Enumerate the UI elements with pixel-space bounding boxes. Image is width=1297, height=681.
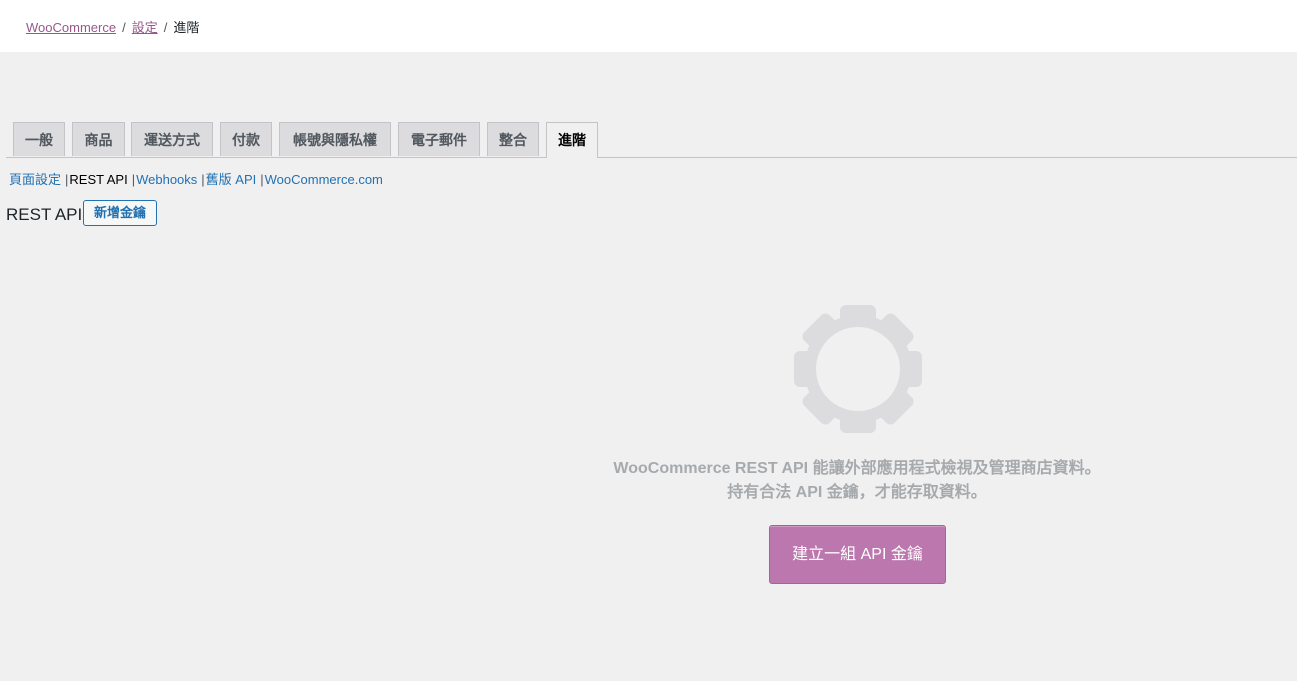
breadcrumb-separator: /: [122, 20, 126, 35]
top-bar: WooCommerce / 設定 / 進階: [0, 0, 1297, 52]
subnav-separator: |: [65, 172, 69, 187]
subnav-page-setup[interactable]: 頁面設定: [9, 172, 61, 187]
subnav-woocommerce-com[interactable]: WooCommerce.com: [265, 172, 383, 187]
tab-general[interactable]: 一般: [13, 122, 65, 156]
add-key-button[interactable]: 新增金鑰: [83, 200, 157, 226]
blank-state-message: WooCommerce REST API 能讓外部應用程式檢視及管理商店資料。 …: [557, 457, 1157, 505]
breadcrumb-separator: /: [163, 20, 168, 35]
settings-tabs: 一般 商品 運送方式 付款 帳號與隱私權 電子郵件 整合 進階: [6, 122, 1297, 158]
subnav-rest-api[interactable]: REST API: [69, 172, 127, 187]
create-api-key-button[interactable]: 建立一組 API 金鑰: [769, 525, 946, 584]
breadcrumb: WooCommerce / 設定 / 進階: [26, 17, 199, 36]
tab-shipping[interactable]: 運送方式: [131, 122, 213, 156]
breadcrumb-current: 進階: [173, 20, 200, 35]
subnav-separator: |: [201, 172, 205, 187]
gear-icon: [792, 303, 924, 435]
breadcrumb-woocommerce-link[interactable]: WooCommerce: [26, 20, 116, 35]
tab-accounts-privacy[interactable]: 帳號與隱私權: [279, 122, 391, 156]
subnav-webhooks[interactable]: Webhooks: [136, 172, 197, 187]
tab-products[interactable]: 商品: [72, 122, 125, 156]
advanced-subnav: 頁面設定 |REST API |Webhooks |舊版 API |WooCommerc…: [9, 169, 383, 188]
blank-state-line-2: 持有合法 API 金鑰，才能存取資料。: [727, 484, 987, 501]
subnav-separator: |: [260, 172, 264, 187]
tab-emails[interactable]: 電子郵件: [398, 122, 480, 156]
subnav-legacy-api[interactable]: 舊版 API: [206, 172, 257, 187]
subnav-separator: |: [131, 172, 136, 187]
tab-payments[interactable]: 付款: [220, 122, 272, 156]
breadcrumb-settings-link[interactable]: 設定: [132, 20, 158, 35]
tab-integration[interactable]: 整合: [487, 122, 539, 156]
page-title: REST API: [6, 205, 83, 224]
blank-state-line-1: WooCommerce REST API 能讓外部應用程式檢視及管理商店資料。: [613, 460, 1101, 477]
tab-advanced[interactable]: 進階: [546, 122, 598, 158]
